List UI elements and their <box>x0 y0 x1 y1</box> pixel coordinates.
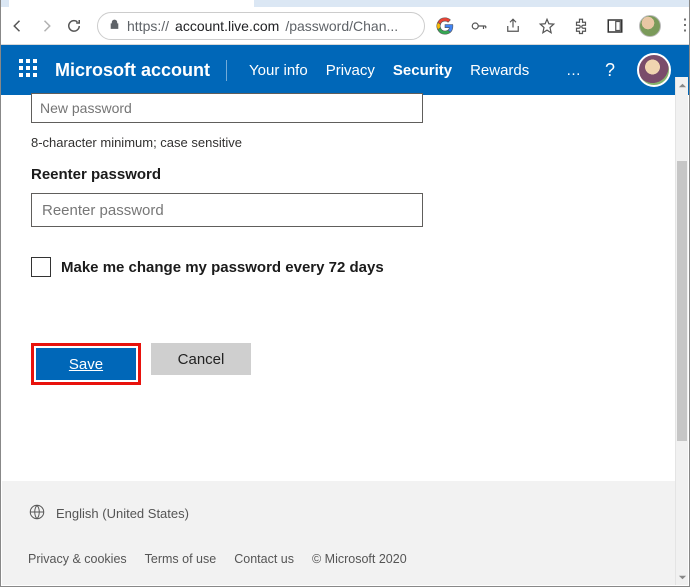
reenter-label: Reenter password <box>31 166 659 183</box>
nav-your-info[interactable]: Your info <box>249 62 308 79</box>
url-box[interactable]: https:// account.live.com/password/Chan..… <box>97 12 425 40</box>
url-path: /password/Chan... <box>285 18 398 34</box>
vertical-scrollbar[interactable] <box>675 77 688 585</box>
footer-terms-link[interactable]: Terms of use <box>145 552 217 566</box>
page-content: 8-character minimum; case sensitive Reen… <box>1 95 689 451</box>
profile-avatar-icon[interactable] <box>639 15 661 37</box>
panel-icon[interactable] <box>605 16 625 36</box>
site-header: Microsoft account Your info Privacy Secu… <box>1 45 689 95</box>
browser-menu-icon[interactable]: ⋮ <box>675 16 690 36</box>
reenter-password-input[interactable] <box>31 193 423 227</box>
account-avatar[interactable] <box>637 53 671 87</box>
nav-privacy[interactable]: Privacy <box>326 62 375 79</box>
brand-title[interactable]: Microsoft account <box>55 60 227 81</box>
nav-more-icon[interactable]: … <box>566 62 583 79</box>
force-change-checkbox[interactable] <box>31 257 51 277</box>
app-launcher-icon[interactable] <box>19 59 37 81</box>
scroll-down-arrow[interactable] <box>676 569 688 585</box>
scroll-thumb[interactable] <box>677 161 687 441</box>
nav-back-button[interactable] <box>9 15 27 37</box>
nav-rewards[interactable]: Rewards <box>470 62 529 79</box>
save-highlight-box: Save <box>31 343 141 385</box>
globe-icon[interactable] <box>28 503 46 524</box>
url-host: account.live.com <box>175 18 279 34</box>
lock-icon <box>108 18 121 34</box>
new-tab-button[interactable]: + <box>260 0 288 5</box>
google-search-icon[interactable] <box>435 16 455 36</box>
share-icon[interactable] <box>503 16 523 36</box>
key-icon[interactable] <box>469 16 489 36</box>
browser-tab[interactable]: Change your password × <box>9 0 254 7</box>
star-icon[interactable] <box>537 16 557 36</box>
browser-addressbar: https:// account.live.com/password/Chan..… <box>1 7 689 45</box>
footer-copyright: © Microsoft 2020 <box>312 552 407 566</box>
help-icon[interactable]: ? <box>605 60 615 81</box>
nav-reload-button[interactable] <box>65 15 83 37</box>
force-change-label: Make me change my password every 72 days <box>61 259 384 276</box>
cancel-button[interactable]: Cancel <box>151 343 251 375</box>
password-hint: 8-character minimum; case sensitive <box>31 135 659 150</box>
footer-privacy-link[interactable]: Privacy & cookies <box>28 552 127 566</box>
language-selector[interactable]: English (United States) <box>56 506 189 521</box>
page-footer: English (United States) Privacy & cookie… <box>2 481 675 585</box>
url-protocol: https:// <box>127 18 169 34</box>
footer-contact-link[interactable]: Contact us <box>234 552 294 566</box>
nav-forward-button[interactable] <box>37 15 55 37</box>
extensions-icon[interactable] <box>571 16 591 36</box>
nav-security[interactable]: Security <box>393 62 452 79</box>
save-button[interactable]: Save <box>36 348 136 380</box>
new-password-input[interactable] <box>31 93 423 123</box>
scroll-up-arrow[interactable] <box>676 77 688 93</box>
browser-tabstrip: Change your password × + <box>1 0 689 7</box>
